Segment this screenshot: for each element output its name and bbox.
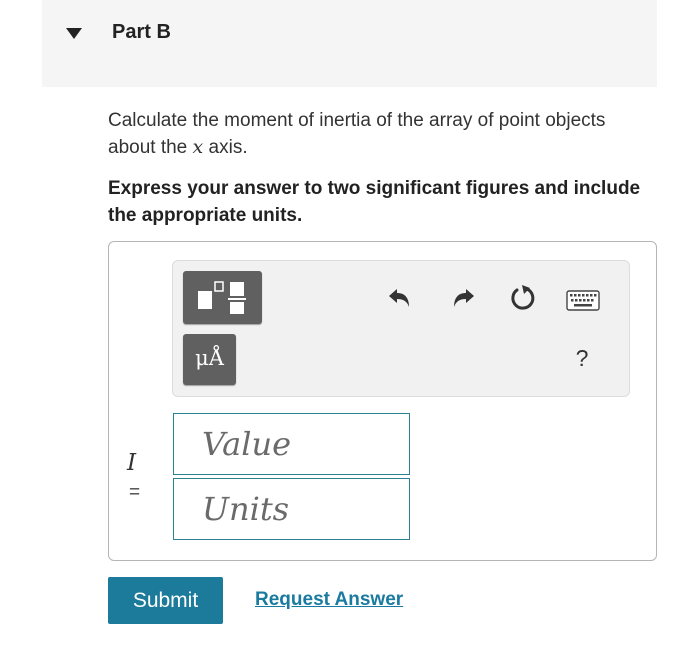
units-button[interactable]: μÅ bbox=[183, 334, 236, 385]
part-header: Part B bbox=[42, 0, 657, 87]
templates-icon bbox=[198, 281, 246, 314]
math-toolbar: μÅ ? bbox=[172, 260, 630, 397]
undo-icon[interactable] bbox=[386, 283, 414, 311]
question-variable: x bbox=[192, 136, 204, 158]
submit-button[interactable]: Submit bbox=[108, 577, 223, 624]
value-input[interactable]: Value bbox=[173, 413, 410, 475]
equals-sign: = bbox=[129, 482, 141, 503]
redo-icon[interactable] bbox=[449, 283, 477, 311]
templates-button[interactable] bbox=[183, 271, 262, 324]
question-text-before: Calculate the moment of inertia of the a… bbox=[108, 110, 606, 158]
part-title: Part B bbox=[112, 21, 171, 43]
question-text-after: axis. bbox=[203, 137, 248, 158]
request-answer-link[interactable]: Request Answer bbox=[255, 589, 403, 611]
units-placeholder: Units bbox=[202, 490, 290, 528]
units-button-label: μÅ bbox=[195, 346, 224, 370]
question-text: Calculate the moment of inertia of the a… bbox=[108, 108, 648, 161]
help-button[interactable]: ? bbox=[570, 345, 594, 375]
keyboard-icon[interactable] bbox=[566, 290, 600, 311]
answer-instruction: Express your answer to two significant f… bbox=[108, 178, 641, 226]
value-placeholder: Value bbox=[202, 425, 292, 463]
caret-down-icon[interactable] bbox=[66, 28, 82, 40]
answer-variable: I bbox=[127, 450, 137, 476]
reset-icon[interactable] bbox=[508, 282, 538, 312]
units-input[interactable]: Units bbox=[173, 478, 410, 540]
answer-box: μÅ ? I = Value Units bbox=[108, 241, 657, 561]
